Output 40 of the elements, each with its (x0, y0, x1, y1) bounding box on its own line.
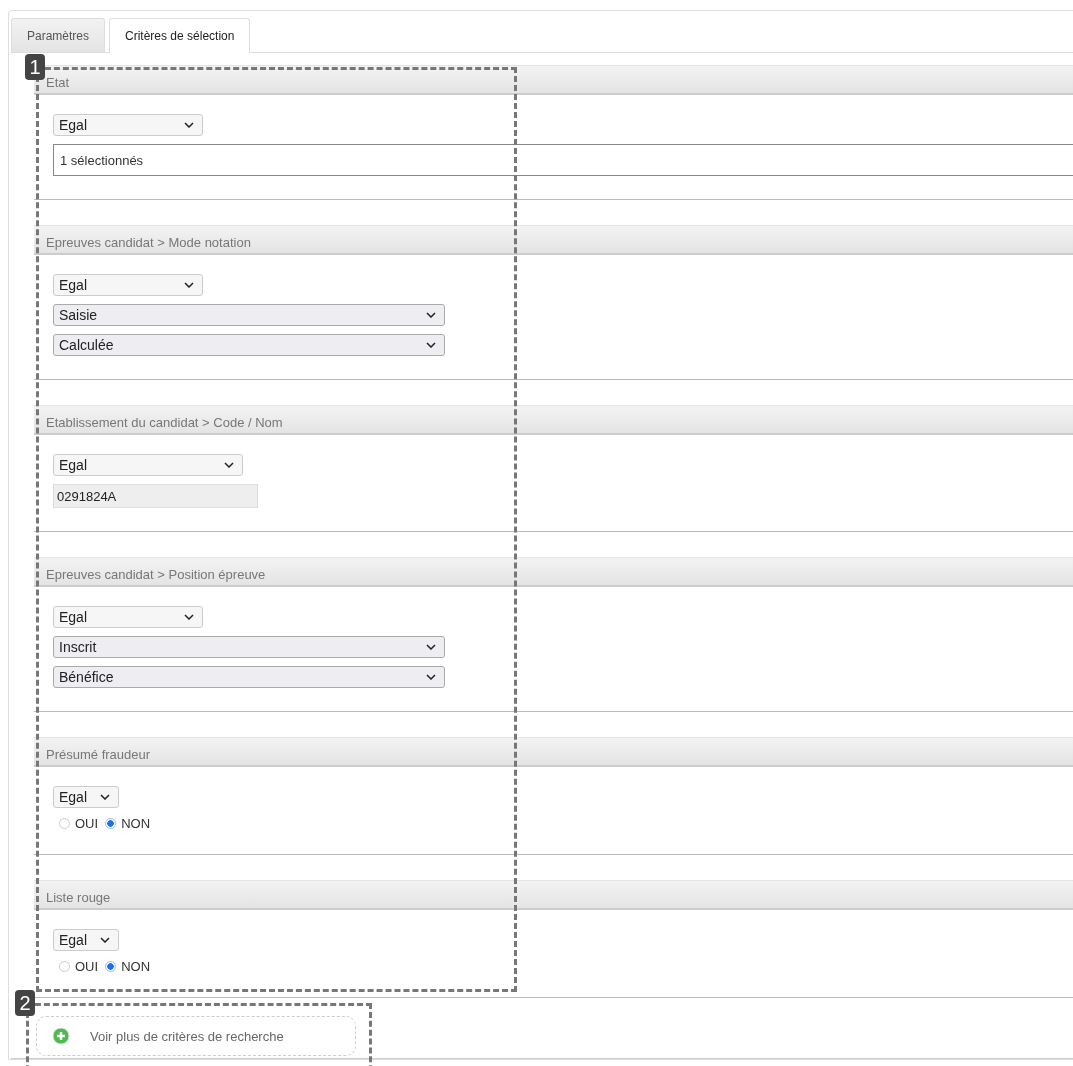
chevron-icon (184, 282, 194, 288)
radio-button[interactable] (59, 961, 70, 972)
value-dropdown[interactable]: Bénéfice (53, 666, 445, 688)
value-dropdown[interactable]: Inscrit (53, 636, 445, 658)
operator-dropdown[interactable]: Egal (53, 454, 243, 476)
radio-button[interactable] (105, 818, 117, 829)
chevron-icon (184, 614, 194, 620)
radio-button[interactable] (105, 961, 117, 972)
chevron-icon (426, 312, 436, 318)
chevron-icon (184, 122, 194, 128)
chevron-icon (426, 644, 436, 650)
operator-dropdown[interactable]: Egal (53, 606, 203, 628)
code-field[interactable]: 0291824A (53, 484, 258, 508)
radio-label: NON (121, 959, 150, 974)
chevron-icon (100, 937, 110, 943)
radio-label: OUI (75, 816, 99, 831)
selection-field[interactable]: 1 sélectionnés (53, 144, 1073, 176)
tab[interactable]: Critères de sélection (109, 18, 251, 53)
operator-dropdown[interactable]: Egal (53, 929, 119, 951)
plus-icon (52, 1027, 70, 1045)
chevron-icon (426, 674, 436, 680)
chevron-icon (224, 462, 234, 468)
tab[interactable]: Paramètres (11, 18, 106, 52)
radio-label: OUI (75, 959, 99, 974)
chevron-icon (100, 794, 110, 800)
operator-dropdown[interactable]: Egal (53, 114, 203, 136)
operator-dropdown[interactable]: Egal (53, 786, 119, 808)
radio-label: NON (121, 816, 150, 831)
section-header: Etablissement du candidat > Code / Nom (34, 405, 1073, 435)
chevron-icon (426, 342, 436, 348)
value-dropdown[interactable]: Saisie (53, 304, 445, 326)
radio-button[interactable] (59, 818, 70, 829)
more-criteria-button[interactable]: Voir plus de critères de recherche (36, 1016, 356, 1056)
section-header: Présumé fraudeur (34, 737, 1073, 767)
section-header: Liste rouge (34, 880, 1073, 910)
callout-number: 2 (15, 990, 35, 1016)
value-dropdown[interactable]: Calculée (53, 334, 445, 356)
section-header: Epreuves candidat > Mode notation (34, 225, 1073, 255)
operator-dropdown[interactable]: Egal (53, 274, 203, 296)
section-header: Epreuves candidat > Position épreuve (34, 557, 1073, 587)
